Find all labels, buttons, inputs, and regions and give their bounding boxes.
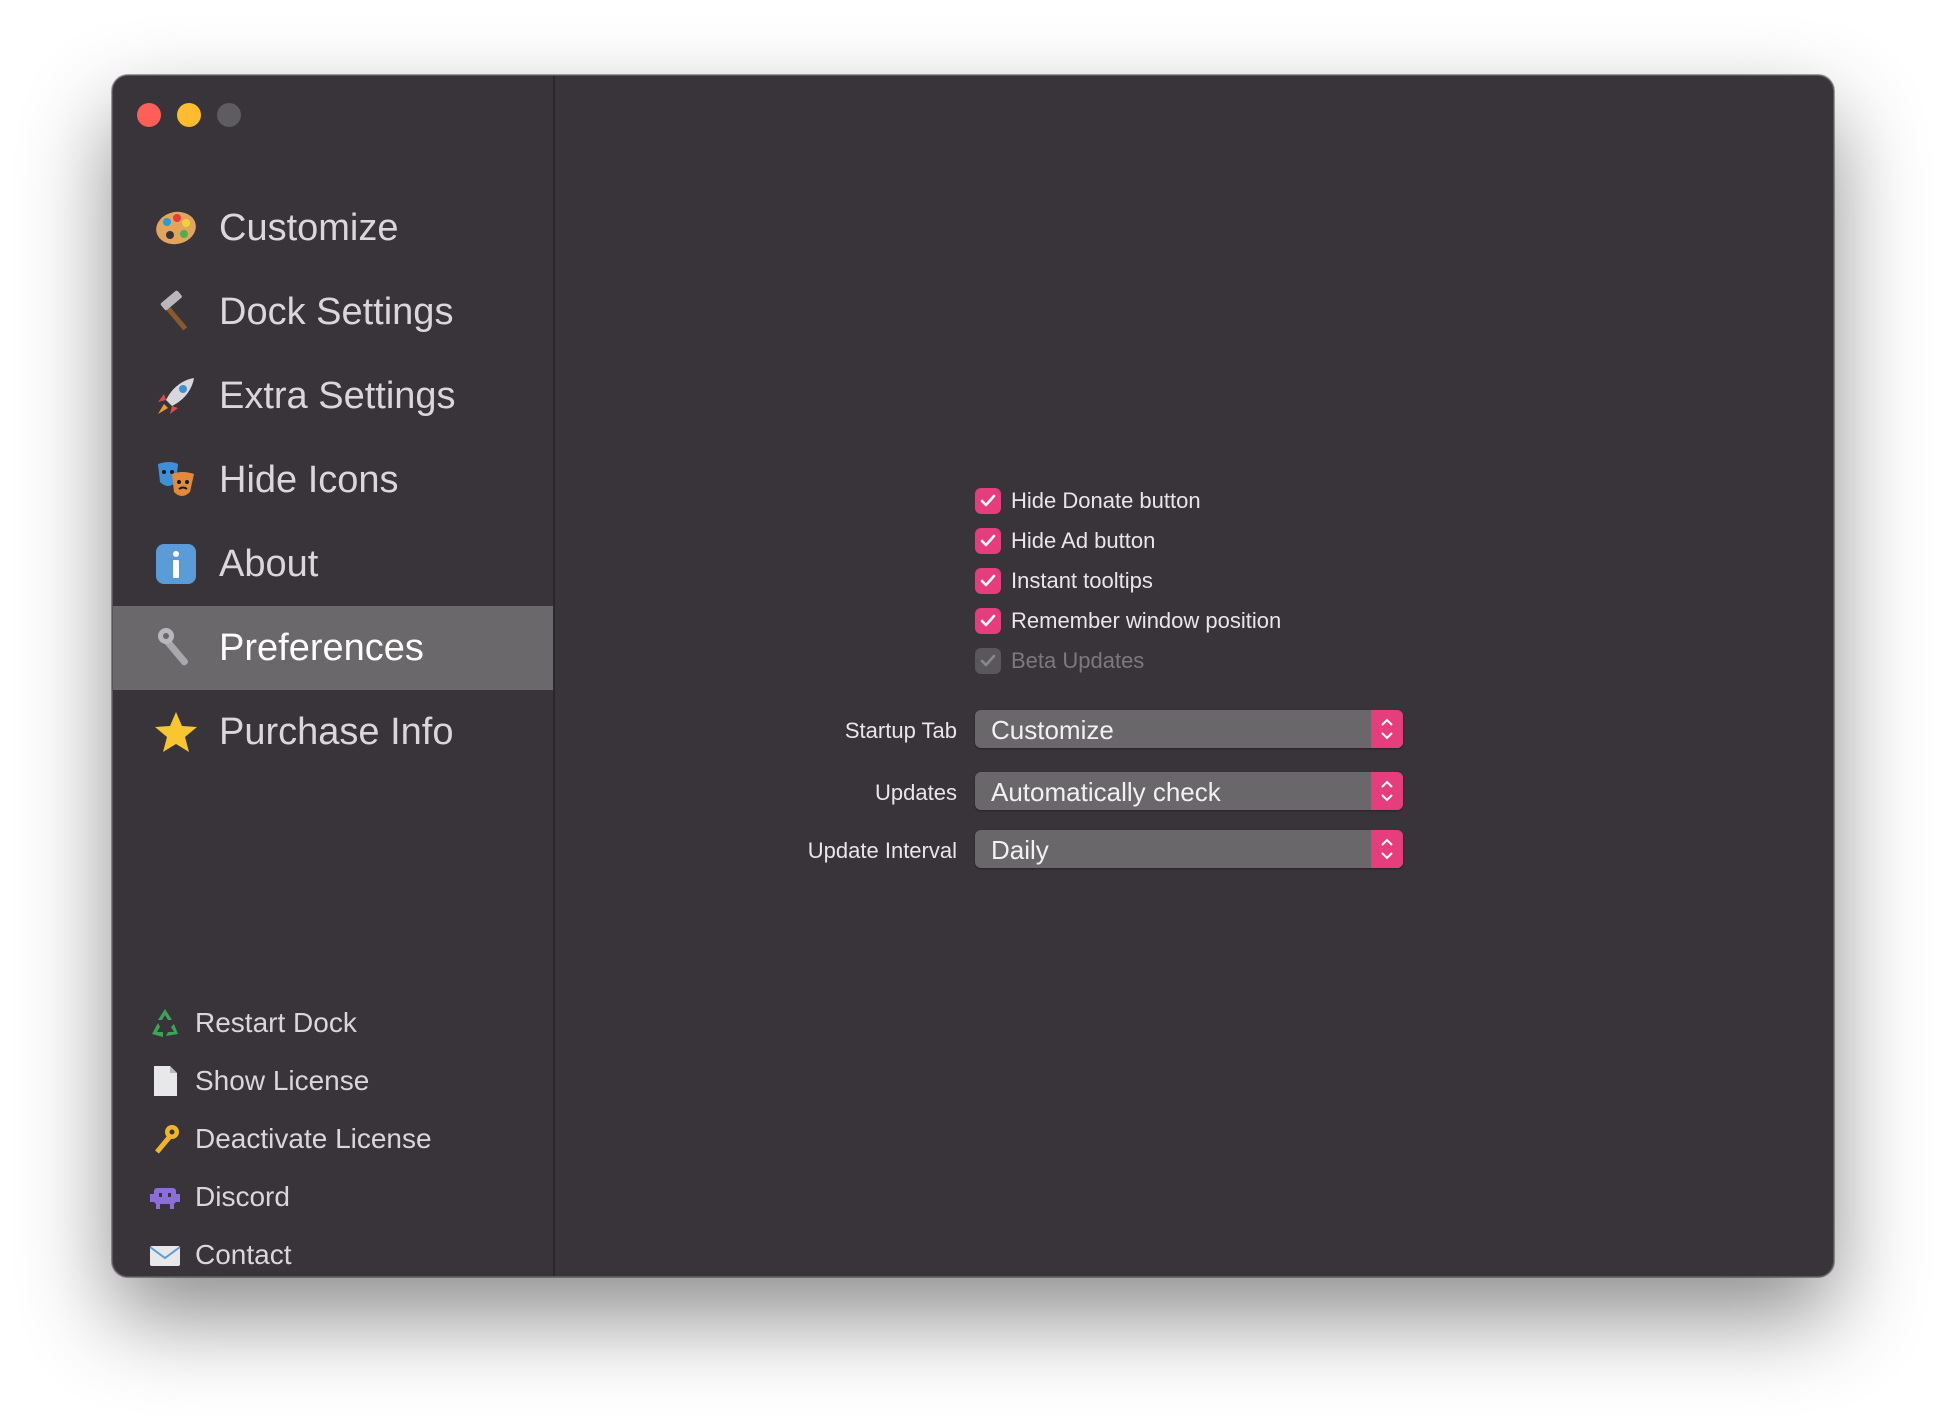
preferences-checkboxes: Hide Donate button Hide Ad button Instan…: [975, 481, 1281, 681]
show-license-link[interactable]: Show License: [113, 1052, 553, 1110]
update-interval-select[interactable]: Daily: [975, 830, 1403, 868]
sidebar-item-label: Purchase Info: [219, 710, 454, 753]
checkbox-label: Remember window position: [1011, 608, 1282, 633]
document-icon: [147, 1063, 183, 1099]
sidebar-item-label: Hide Icons: [219, 458, 399, 501]
update-interval-value: Daily: [991, 835, 1049, 865]
wrench-icon: [153, 625, 199, 671]
sidebar-item-label: Preferences: [219, 626, 424, 669]
checkbox-label: Beta Updates: [1011, 648, 1145, 673]
updates-row: Updates Automatically check: [555, 772, 1833, 812]
hide-donate-checkbox[interactable]: [975, 488, 1001, 514]
zoom-window-button[interactable]: [217, 103, 241, 127]
recycle-icon: [147, 1005, 183, 1041]
rocket-icon: [153, 373, 199, 419]
star-icon: [153, 709, 199, 755]
instant-tooltips-checkbox[interactable]: [975, 568, 1001, 594]
updates-label: Updates: [875, 780, 957, 805]
link-label: Restart Dock: [195, 1007, 357, 1038]
sidebar-links: Restart Dock Show License Deactivate Lic…: [113, 994, 553, 1276]
remember-window-position-checkbox[interactable]: [975, 608, 1001, 634]
restart-dock-link[interactable]: Restart Dock: [113, 994, 553, 1052]
chevron-up-down-icon: [1371, 830, 1403, 868]
window-controls: [137, 103, 241, 127]
checkbox-label: Hide Ad button: [1011, 528, 1156, 553]
hide-ad-checkbox-row[interactable]: Hide Ad button: [975, 521, 1281, 561]
sidebar-item-label: Customize: [219, 206, 399, 249]
info-icon: [153, 541, 199, 587]
update-interval-row: Update Interval Daily: [555, 830, 1833, 870]
sidebar-item-purchase-info[interactable]: Purchase Info: [113, 690, 553, 774]
update-interval-label: Update Interval: [807, 838, 957, 863]
updates-value: Automatically check: [991, 777, 1221, 807]
checkbox-label: Hide Donate button: [1011, 488, 1201, 513]
deactivate-license-link[interactable]: Deactivate License: [113, 1110, 553, 1168]
remember-window-position-checkbox-row[interactable]: Remember window position: [975, 601, 1281, 641]
checkbox-label: Instant tooltips: [1011, 568, 1153, 593]
updates-select[interactable]: Automatically check: [975, 772, 1403, 810]
sidebar-item-dock-settings[interactable]: Dock Settings: [113, 270, 553, 354]
startup-tab-select[interactable]: Customize: [975, 710, 1403, 748]
hammer-icon: [153, 289, 199, 335]
minimize-window-button[interactable]: [177, 103, 201, 127]
sidebar-item-customize[interactable]: Customize: [113, 186, 553, 270]
hide-ad-checkbox[interactable]: [975, 528, 1001, 554]
contact-link[interactable]: Contact: [113, 1226, 553, 1276]
sidebar-item-extra-settings[interactable]: Extra Settings: [113, 354, 553, 438]
palette-icon: [153, 205, 199, 251]
envelope-icon: [147, 1237, 183, 1273]
startup-tab-label: Startup Tab: [844, 718, 957, 743]
beta-updates-checkbox-row: Beta Updates: [975, 641, 1281, 681]
sidebar-nav: Customize Dock Settings Extra Settings H…: [113, 186, 553, 774]
link-label: Discord: [195, 1181, 290, 1212]
key-icon: [147, 1121, 183, 1157]
sidebar-item-label: About: [219, 542, 319, 585]
space-invader-icon: [147, 1179, 183, 1215]
sidebar-item-hide-icons[interactable]: Hide Icons: [113, 438, 553, 522]
chevron-up-down-icon: [1371, 710, 1403, 748]
hide-donate-checkbox-row[interactable]: Hide Donate button: [975, 481, 1281, 521]
app-window: Customize Dock Settings Extra Settings H…: [112, 75, 1834, 1277]
chevron-up-down-icon: [1371, 772, 1403, 810]
preferences-pane: Hide Donate button Hide Ad button Instan…: [555, 76, 1833, 1276]
sidebar-item-about[interactable]: About: [113, 522, 553, 606]
sidebar: Customize Dock Settings Extra Settings H…: [113, 76, 555, 1276]
startup-tab-value: Customize: [991, 715, 1114, 745]
sidebar-item-preferences[interactable]: Preferences: [113, 606, 553, 690]
link-label: Show License: [195, 1065, 370, 1096]
instant-tooltips-checkbox-row[interactable]: Instant tooltips: [975, 561, 1281, 601]
beta-updates-checkbox: [975, 648, 1001, 674]
close-window-button[interactable]: [137, 103, 161, 127]
theater-masks-icon: [153, 457, 199, 503]
link-label: Contact: [195, 1239, 292, 1270]
sidebar-item-label: Dock Settings: [219, 290, 454, 333]
startup-tab-row: Startup Tab Customize: [555, 710, 1833, 750]
discord-link[interactable]: Discord: [113, 1168, 553, 1226]
link-label: Deactivate License: [195, 1123, 432, 1154]
sidebar-item-label: Extra Settings: [219, 374, 456, 417]
